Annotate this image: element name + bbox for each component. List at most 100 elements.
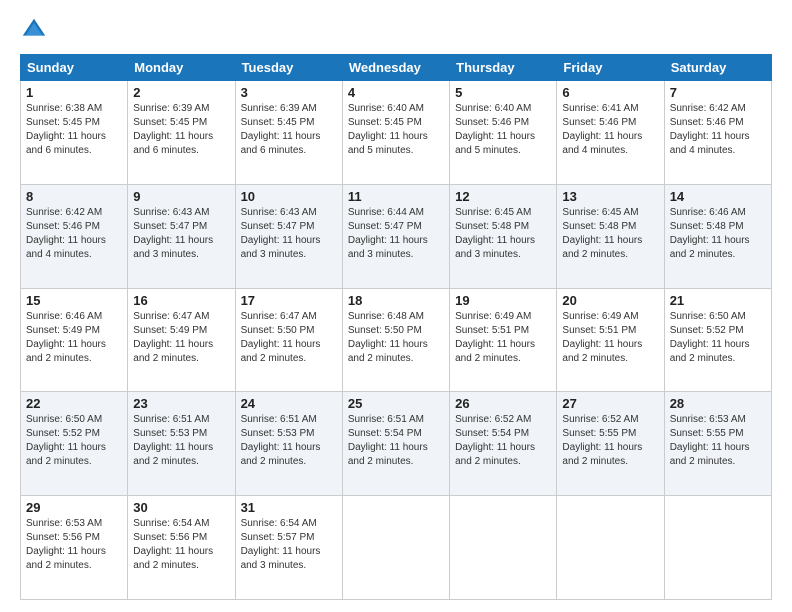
calendar-cell: 26 Sunrise: 6:52 AM Sunset: 5:54 PM Dayli… bbox=[450, 392, 557, 496]
day-detail: Sunrise: 6:40 AM Sunset: 5:46 PM Dayligh… bbox=[455, 102, 551, 158]
day-detail: Sunrise: 6:40 AM Sunset: 5:45 PM Dayligh… bbox=[348, 102, 444, 158]
day-detail: Sunrise: 6:48 AM Sunset: 5:50 PM Dayligh… bbox=[348, 310, 444, 366]
calendar-cell: 13 Sunrise: 6:45 AM Sunset: 5:48 PM Dayli… bbox=[557, 184, 664, 288]
calendar-cell: 17 Sunrise: 6:47 AM Sunset: 5:50 PM Dayli… bbox=[235, 288, 342, 392]
day-number: 7 bbox=[670, 85, 766, 100]
calendar-header-wednesday: Wednesday bbox=[342, 55, 449, 81]
calendar-week-5: 29Sunrise: 6:53 AM Sunset: 5:56 PM Dayli… bbox=[21, 496, 772, 600]
calendar-cell: 19 Sunrise: 6:49 AM Sunset: 5:51 PM Dayli… bbox=[450, 288, 557, 392]
day-number: 15 bbox=[26, 293, 122, 308]
calendar-cell: 3 Sunrise: 6:39 AM Sunset: 5:45 PM Daylig… bbox=[235, 81, 342, 185]
day-number: 14 bbox=[670, 189, 766, 204]
day-detail: Sunrise: 6:45 AM Sunset: 5:48 PM Dayligh… bbox=[455, 206, 551, 262]
calendar-cell bbox=[342, 496, 449, 600]
calendar-cell bbox=[450, 496, 557, 600]
day-detail: Sunrise: 6:39 AM Sunset: 5:45 PM Dayligh… bbox=[241, 102, 337, 158]
calendar-cell: 4 Sunrise: 6:40 AM Sunset: 5:45 PM Daylig… bbox=[342, 81, 449, 185]
day-detail: Sunrise: 6:49 AM Sunset: 5:51 PM Dayligh… bbox=[562, 310, 658, 366]
day-number: 3 bbox=[241, 85, 337, 100]
calendar-cell: 24 Sunrise: 6:51 AM Sunset: 5:53 PM Dayli… bbox=[235, 392, 342, 496]
calendar-cell bbox=[557, 496, 664, 600]
day-number: 28 bbox=[670, 396, 766, 411]
logo bbox=[20, 16, 52, 44]
day-number: 13 bbox=[562, 189, 658, 204]
day-detail: Sunrise: 6:54 AM Sunset: 5:57 PM Dayligh… bbox=[241, 517, 337, 573]
day-detail: Sunrise: 6:51 AM Sunset: 5:53 PM Dayligh… bbox=[241, 413, 337, 469]
calendar-header-row: SundayMondayTuesdayWednesdayThursdayFrid… bbox=[21, 55, 772, 81]
calendar-table: SundayMondayTuesdayWednesdayThursdayFrid… bbox=[20, 54, 772, 600]
day-number: 12 bbox=[455, 189, 551, 204]
calendar-cell: 30 Sunrise: 6:54 AM Sunset: 5:56 PM Dayli… bbox=[128, 496, 235, 600]
calendar-week-1: 1Sunrise: 6:38 AM Sunset: 5:45 PM Daylig… bbox=[21, 81, 772, 185]
day-number: 26 bbox=[455, 396, 551, 411]
day-detail: Sunrise: 6:42 AM Sunset: 5:46 PM Dayligh… bbox=[26, 206, 122, 262]
calendar-header-sunday: Sunday bbox=[21, 55, 128, 81]
calendar-cell: 23 Sunrise: 6:51 AM Sunset: 5:53 PM Dayli… bbox=[128, 392, 235, 496]
calendar-cell: 27Sunrise: 6:52 AM Sunset: 5:55 PM Dayli… bbox=[557, 392, 664, 496]
calendar-cell: 2Sunrise: 6:39 AM Sunset: 5:45 PM Daylig… bbox=[128, 81, 235, 185]
calendar-cell: 12 Sunrise: 6:45 AM Sunset: 5:48 PM Dayli… bbox=[450, 184, 557, 288]
day-number: 23 bbox=[133, 396, 229, 411]
day-number: 24 bbox=[241, 396, 337, 411]
day-detail: Sunrise: 6:54 AM Sunset: 5:56 PM Dayligh… bbox=[133, 517, 229, 573]
calendar-cell: 25Sunrise: 6:51 AM Sunset: 5:54 PM Dayli… bbox=[342, 392, 449, 496]
calendar-header-tuesday: Tuesday bbox=[235, 55, 342, 81]
day-detail: Sunrise: 6:53 AM Sunset: 5:55 PM Dayligh… bbox=[670, 413, 766, 469]
calendar-cell: 1Sunrise: 6:38 AM Sunset: 5:45 PM Daylig… bbox=[21, 81, 128, 185]
calendar-cell bbox=[664, 496, 771, 600]
calendar-cell: 29Sunrise: 6:53 AM Sunset: 5:56 PM Dayli… bbox=[21, 496, 128, 600]
day-number: 6 bbox=[562, 85, 658, 100]
day-number: 19 bbox=[455, 293, 551, 308]
calendar-cell: 14 Sunrise: 6:46 AM Sunset: 5:48 PM Dayli… bbox=[664, 184, 771, 288]
day-detail: Sunrise: 6:45 AM Sunset: 5:48 PM Dayligh… bbox=[562, 206, 658, 262]
day-number: 4 bbox=[348, 85, 444, 100]
calendar-cell: 6 Sunrise: 6:41 AM Sunset: 5:46 PM Daylig… bbox=[557, 81, 664, 185]
day-number: 5 bbox=[455, 85, 551, 100]
calendar-cell: 31Sunrise: 6:54 AM Sunset: 5:57 PM Dayli… bbox=[235, 496, 342, 600]
day-detail: Sunrise: 6:50 AM Sunset: 5:52 PM Dayligh… bbox=[670, 310, 766, 366]
calendar-week-4: 22 Sunrise: 6:50 AM Sunset: 5:52 PM Dayli… bbox=[21, 392, 772, 496]
calendar-cell: 15 Sunrise: 6:46 AM Sunset: 5:49 PM Dayli… bbox=[21, 288, 128, 392]
day-number: 16 bbox=[133, 293, 229, 308]
day-detail: Sunrise: 6:42 AM Sunset: 5:46 PM Dayligh… bbox=[670, 102, 766, 158]
calendar-cell: 10 Sunrise: 6:43 AM Sunset: 5:47 PM Dayli… bbox=[235, 184, 342, 288]
day-detail: Sunrise: 6:50 AM Sunset: 5:52 PM Dayligh… bbox=[26, 413, 122, 469]
day-number: 9 bbox=[133, 189, 229, 204]
calendar-header-monday: Monday bbox=[128, 55, 235, 81]
day-detail: Sunrise: 6:47 AM Sunset: 5:49 PM Dayligh… bbox=[133, 310, 229, 366]
header bbox=[20, 16, 772, 44]
calendar-week-3: 15 Sunrise: 6:46 AM Sunset: 5:49 PM Dayli… bbox=[21, 288, 772, 392]
calendar-header-saturday: Saturday bbox=[664, 55, 771, 81]
day-number: 18 bbox=[348, 293, 444, 308]
calendar-cell: 22 Sunrise: 6:50 AM Sunset: 5:52 PM Dayli… bbox=[21, 392, 128, 496]
calendar-cell: 20 Sunrise: 6:49 AM Sunset: 5:51 PM Dayli… bbox=[557, 288, 664, 392]
day-number: 22 bbox=[26, 396, 122, 411]
day-detail: Sunrise: 6:43 AM Sunset: 5:47 PM Dayligh… bbox=[241, 206, 337, 262]
day-detail: Sunrise: 6:51 AM Sunset: 5:54 PM Dayligh… bbox=[348, 413, 444, 469]
day-number: 17 bbox=[241, 293, 337, 308]
day-detail: Sunrise: 6:46 AM Sunset: 5:48 PM Dayligh… bbox=[670, 206, 766, 262]
day-number: 30 bbox=[133, 500, 229, 515]
calendar-cell: 5 Sunrise: 6:40 AM Sunset: 5:46 PM Daylig… bbox=[450, 81, 557, 185]
day-detail: Sunrise: 6:52 AM Sunset: 5:54 PM Dayligh… bbox=[455, 413, 551, 469]
calendar-cell: 21 Sunrise: 6:50 AM Sunset: 5:52 PM Dayli… bbox=[664, 288, 771, 392]
day-detail: Sunrise: 6:52 AM Sunset: 5:55 PM Dayligh… bbox=[562, 413, 658, 469]
day-detail: Sunrise: 6:46 AM Sunset: 5:49 PM Dayligh… bbox=[26, 310, 122, 366]
day-detail: Sunrise: 6:53 AM Sunset: 5:56 PM Dayligh… bbox=[26, 517, 122, 573]
day-number: 21 bbox=[670, 293, 766, 308]
day-detail: Sunrise: 6:47 AM Sunset: 5:50 PM Dayligh… bbox=[241, 310, 337, 366]
day-detail: Sunrise: 6:51 AM Sunset: 5:53 PM Dayligh… bbox=[133, 413, 229, 469]
day-detail: Sunrise: 6:41 AM Sunset: 5:46 PM Dayligh… bbox=[562, 102, 658, 158]
calendar-cell: 18 Sunrise: 6:48 AM Sunset: 5:50 PM Dayli… bbox=[342, 288, 449, 392]
calendar-cell: 16 Sunrise: 6:47 AM Sunset: 5:49 PM Dayli… bbox=[128, 288, 235, 392]
calendar-header-friday: Friday bbox=[557, 55, 664, 81]
calendar-cell: 9Sunrise: 6:43 AM Sunset: 5:47 PM Daylig… bbox=[128, 184, 235, 288]
day-number: 10 bbox=[241, 189, 337, 204]
day-detail: Sunrise: 6:39 AM Sunset: 5:45 PM Dayligh… bbox=[133, 102, 229, 158]
day-number: 20 bbox=[562, 293, 658, 308]
calendar-week-2: 8Sunrise: 6:42 AM Sunset: 5:46 PM Daylig… bbox=[21, 184, 772, 288]
day-detail: Sunrise: 6:38 AM Sunset: 5:45 PM Dayligh… bbox=[26, 102, 122, 158]
day-detail: Sunrise: 6:49 AM Sunset: 5:51 PM Dayligh… bbox=[455, 310, 551, 366]
day-number: 11 bbox=[348, 189, 444, 204]
calendar-cell: 7 Sunrise: 6:42 AM Sunset: 5:46 PM Daylig… bbox=[664, 81, 771, 185]
